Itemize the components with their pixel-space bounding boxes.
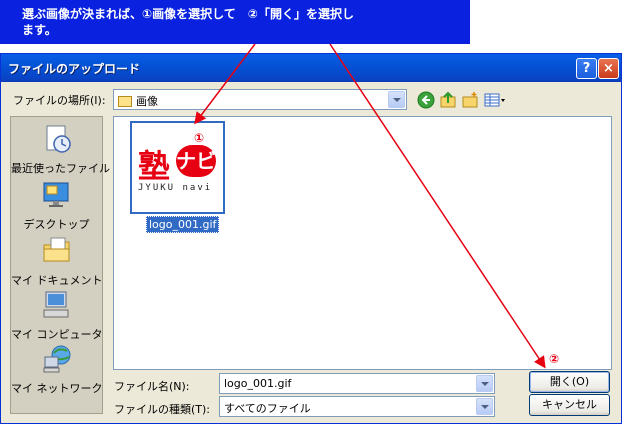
instruction-line-1: 選ぶ画像が決まれば、①画像を選択して ②「開く」を選択し bbox=[22, 7, 354, 21]
instruction-line-2: ます。 bbox=[22, 23, 57, 37]
cancel-button[interactable]: キャンセル bbox=[529, 394, 610, 416]
places-bar: 最近使ったファイル デスクトップ マイ ドキュメント マイ コンピュータ マイ … bbox=[10, 116, 110, 414]
place-desktop[interactable]: デスクトップ bbox=[11, 179, 102, 232]
step-2-marker: ② bbox=[549, 352, 560, 366]
place-label: マイ コンピュータ bbox=[11, 328, 103, 341]
step-1-marker: ① bbox=[194, 131, 205, 145]
look-in-dropdown[interactable]: 画像 bbox=[113, 89, 407, 110]
new-folder-icon[interactable] bbox=[461, 91, 479, 109]
up-folder-icon[interactable] bbox=[439, 91, 457, 109]
my-documents-icon bbox=[43, 237, 69, 262]
close-button[interactable]: × bbox=[598, 58, 619, 79]
title-bar[interactable]: ファイルのアップロード ? × bbox=[1, 54, 621, 82]
file-thumbnail[interactable]: 塾 ナビ JYUKU navi ① bbox=[130, 121, 225, 214]
place-label: 最近使ったファイル bbox=[11, 162, 110, 175]
file-upload-dialog: ファイルのアップロード ? × ファイルの場所(I): 画像 最近使ったファイル… bbox=[0, 53, 622, 424]
dialog-title: ファイルのアップロード bbox=[8, 62, 141, 76]
place-recent[interactable]: 最近使ったファイル bbox=[11, 123, 110, 176]
back-icon[interactable] bbox=[417, 91, 435, 109]
open-button[interactable]: 開く(O) bbox=[529, 371, 610, 393]
recent-documents-icon bbox=[46, 125, 71, 153]
place-my-documents[interactable]: マイ ドキュメント bbox=[11, 235, 103, 288]
file-name-value: logo_001.gif bbox=[224, 377, 292, 390]
file-name-label[interactable]: logo_001.gif bbox=[146, 216, 220, 233]
place-label: マイ ネットワーク bbox=[11, 382, 103, 395]
file-name-input[interactable]: logo_001.gif bbox=[219, 373, 495, 394]
place-label: デスクトップ bbox=[23, 218, 90, 231]
folder-icon bbox=[118, 96, 132, 107]
file-name-field-label: ファイル名(N): bbox=[114, 380, 190, 393]
desktop-icon bbox=[43, 182, 68, 207]
chevron-down-icon[interactable] bbox=[476, 375, 493, 392]
file-type-field-label: ファイルの種類(T): bbox=[114, 403, 211, 416]
place-label: マイ ドキュメント bbox=[11, 274, 103, 287]
instruction-banner: 選ぶ画像が決まれば、①画像を選択して ②「開く」を選択し ます。 bbox=[0, 0, 470, 44]
chevron-down-icon[interactable] bbox=[476, 398, 493, 415]
place-my-computer[interactable]: マイ コンピュータ bbox=[11, 289, 103, 342]
chevron-down-icon[interactable] bbox=[388, 91, 405, 108]
look-in-value: 画像 bbox=[136, 95, 158, 108]
help-button[interactable]: ? bbox=[576, 58, 597, 79]
view-menu-icon[interactable] bbox=[483, 91, 507, 109]
logo-image-main: 塾 bbox=[138, 147, 170, 185]
file-type-value: すべてのファイル bbox=[224, 402, 311, 415]
my-network-icon bbox=[43, 345, 70, 373]
file-type-dropdown[interactable]: すべてのファイル bbox=[219, 396, 495, 417]
my-computer-icon bbox=[43, 291, 68, 318]
logo-image-accent: ナビ bbox=[176, 145, 216, 177]
place-my-network[interactable]: マイ ネットワーク bbox=[11, 343, 103, 396]
look-in-label: ファイルの場所(I): bbox=[13, 94, 106, 107]
logo-subtitle: JYUKU navi bbox=[138, 183, 213, 193]
file-list-view[interactable]: 塾 ナビ JYUKU navi ① logo_001.gif bbox=[113, 116, 612, 370]
